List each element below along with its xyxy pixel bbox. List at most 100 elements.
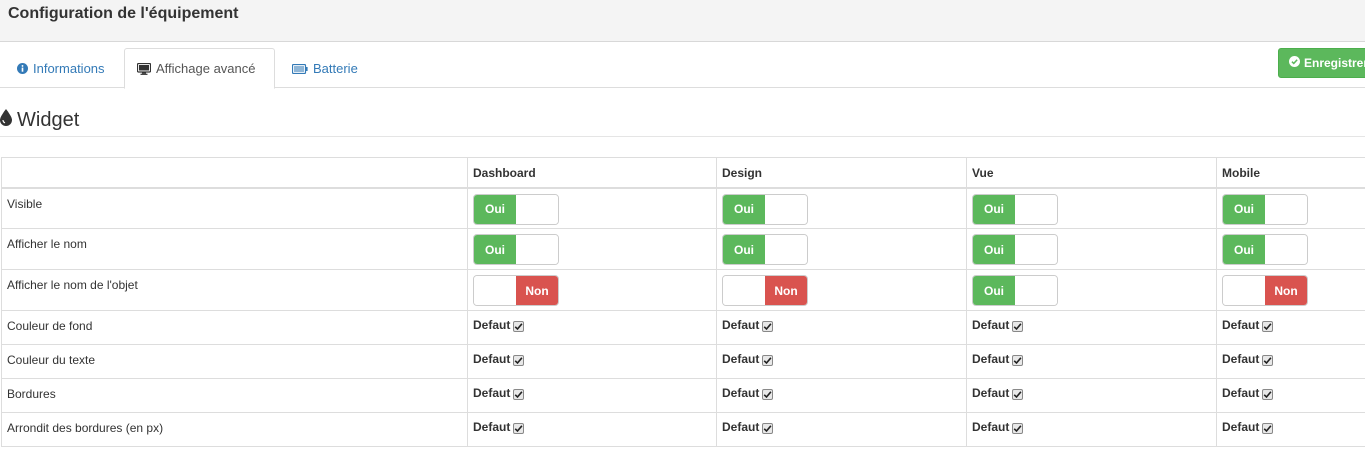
monitor-icon bbox=[137, 62, 151, 75]
checkmark-icon bbox=[1013, 356, 1022, 364]
default-checkbox[interactable] bbox=[1262, 320, 1274, 332]
toggle-switch[interactable]: Oui bbox=[972, 193, 1058, 225]
default-cell: Defaut bbox=[467, 412, 717, 447]
default-label: Defaut bbox=[972, 420, 1010, 434]
toggle-knob bbox=[1223, 276, 1265, 305]
tab-informations[interactable]: Informations bbox=[5, 48, 117, 89]
toggle-state-label: Non bbox=[765, 276, 807, 305]
tab-batterie[interactable]: Batterie bbox=[280, 48, 370, 89]
default-option: Defaut bbox=[1222, 318, 1274, 332]
table-row: Visible Oui Oui Oui Oui bbox=[1, 187, 1365, 229]
default-cell: Defaut bbox=[716, 344, 967, 379]
toggle-knob bbox=[1015, 276, 1057, 305]
checkmark-icon bbox=[1263, 322, 1272, 330]
default-cell: Defaut bbox=[1216, 378, 1365, 413]
toggle-cell: Non bbox=[1216, 269, 1365, 311]
table-row: Afficher le nom Oui Oui Oui Oui bbox=[1, 228, 1365, 270]
table-row: Afficher le nom de l'objet Non Non Oui Non bbox=[1, 269, 1365, 311]
default-cell: Defaut bbox=[467, 344, 717, 379]
toggle-state-label: Oui bbox=[973, 194, 1015, 224]
table-row: Couleur du texte Defaut Defaut Defaut Defaut bbox=[1, 344, 1365, 379]
default-option: Defaut bbox=[972, 352, 1024, 366]
toggle-knob bbox=[1265, 194, 1307, 224]
default-checkbox[interactable] bbox=[762, 422, 774, 434]
default-option: Defaut bbox=[1222, 420, 1274, 434]
table-row: Couleur de fond Defaut Defaut Defaut Defaut bbox=[1, 310, 1365, 345]
default-option: Defaut bbox=[972, 420, 1024, 434]
default-checkbox[interactable] bbox=[513, 320, 525, 332]
toggle-knob bbox=[723, 276, 765, 305]
toggle-state-label: Oui bbox=[1223, 235, 1265, 264]
toggle-cell: Oui bbox=[1216, 228, 1365, 270]
toggle-cell: Oui bbox=[1216, 187, 1365, 229]
toggle-switch[interactable]: Non bbox=[722, 275, 808, 306]
default-label: Defaut bbox=[722, 386, 760, 400]
checkmark-icon bbox=[1013, 322, 1022, 330]
save-label: Enregistrer bbox=[1304, 56, 1365, 70]
toggle-switch[interactable]: Oui bbox=[1222, 234, 1308, 265]
save-button[interactable]: Enregistrer bbox=[1278, 48, 1365, 78]
default-checkbox[interactable] bbox=[1012, 422, 1024, 434]
row-label: Afficher le nom bbox=[1, 228, 468, 270]
tab-affichage-avance[interactable]: Affichage avancé bbox=[124, 48, 275, 89]
info-circle-icon bbox=[17, 63, 28, 74]
default-label: Defaut bbox=[473, 318, 511, 332]
default-cell: Defaut bbox=[467, 310, 717, 345]
default-checkbox[interactable] bbox=[1012, 354, 1024, 366]
default-checkbox[interactable] bbox=[1262, 422, 1274, 434]
table-header-row: Dashboard Design Vue Mobile bbox=[1, 157, 1365, 189]
column-header-vue: Vue bbox=[966, 157, 1217, 189]
toggle-switch[interactable]: Non bbox=[1222, 275, 1308, 306]
toggle-switch[interactable]: Oui bbox=[722, 234, 808, 265]
toggle-switch[interactable]: Oui bbox=[473, 234, 559, 265]
default-label: Defaut bbox=[972, 318, 1010, 332]
default-label: Defaut bbox=[1222, 352, 1260, 366]
default-checkbox[interactable] bbox=[1262, 354, 1274, 366]
checkmark-icon bbox=[514, 390, 523, 398]
toggle-switch[interactable]: Oui bbox=[972, 275, 1058, 306]
default-label: Defaut bbox=[473, 420, 511, 434]
row-label: Couleur de fond bbox=[1, 310, 468, 345]
default-cell: Defaut bbox=[1216, 310, 1365, 345]
toggle-switch[interactable]: Oui bbox=[473, 193, 559, 225]
default-cell: Defaut bbox=[966, 344, 1217, 379]
checkmark-icon bbox=[1263, 356, 1272, 364]
toggle-knob bbox=[1015, 235, 1057, 264]
checkmark-icon bbox=[763, 356, 772, 364]
default-label: Defaut bbox=[473, 386, 511, 400]
table-row: Bordures Defaut Defaut Defaut Defaut bbox=[1, 378, 1365, 413]
toggle-state-label: Oui bbox=[474, 194, 516, 224]
default-cell: Defaut bbox=[716, 310, 967, 345]
default-checkbox[interactable] bbox=[762, 388, 774, 400]
default-checkbox[interactable] bbox=[1012, 388, 1024, 400]
toggle-state-label: Oui bbox=[723, 194, 765, 224]
checkmark-icon bbox=[763, 424, 772, 432]
toggle-switch[interactable]: Oui bbox=[1222, 193, 1308, 225]
toggle-cell: Non bbox=[467, 269, 717, 311]
default-label: Defaut bbox=[1222, 318, 1260, 332]
default-option: Defaut bbox=[473, 352, 525, 366]
checkmark-icon bbox=[514, 356, 523, 364]
default-checkbox[interactable] bbox=[762, 320, 774, 332]
toggle-switch[interactable]: Oui bbox=[722, 193, 808, 225]
page-header: Configuration de l'équipement bbox=[0, 0, 1365, 42]
default-option: Defaut bbox=[1222, 386, 1274, 400]
default-checkbox[interactable] bbox=[1012, 320, 1024, 332]
default-checkbox[interactable] bbox=[513, 354, 525, 366]
default-option: Defaut bbox=[473, 386, 525, 400]
default-checkbox[interactable] bbox=[1262, 388, 1274, 400]
row-label: Arrondit des bordures (en px) bbox=[1, 412, 468, 447]
default-checkbox[interactable] bbox=[762, 354, 774, 366]
toggle-switch[interactable]: Non bbox=[473, 275, 559, 306]
checkmark-icon bbox=[1263, 424, 1272, 432]
default-cell: Defaut bbox=[1216, 344, 1365, 379]
toggle-state-label: Oui bbox=[973, 276, 1015, 305]
toggle-switch[interactable]: Oui bbox=[972, 234, 1058, 265]
default-checkbox[interactable] bbox=[513, 388, 525, 400]
row-label: Afficher le nom de l'objet bbox=[1, 269, 468, 311]
tab-label: Affichage avancé bbox=[156, 61, 256, 76]
checkmark-icon bbox=[1013, 390, 1022, 398]
default-cell: Defaut bbox=[716, 378, 967, 413]
default-checkbox[interactable] bbox=[513, 422, 525, 434]
row-label: Visible bbox=[1, 187, 468, 229]
